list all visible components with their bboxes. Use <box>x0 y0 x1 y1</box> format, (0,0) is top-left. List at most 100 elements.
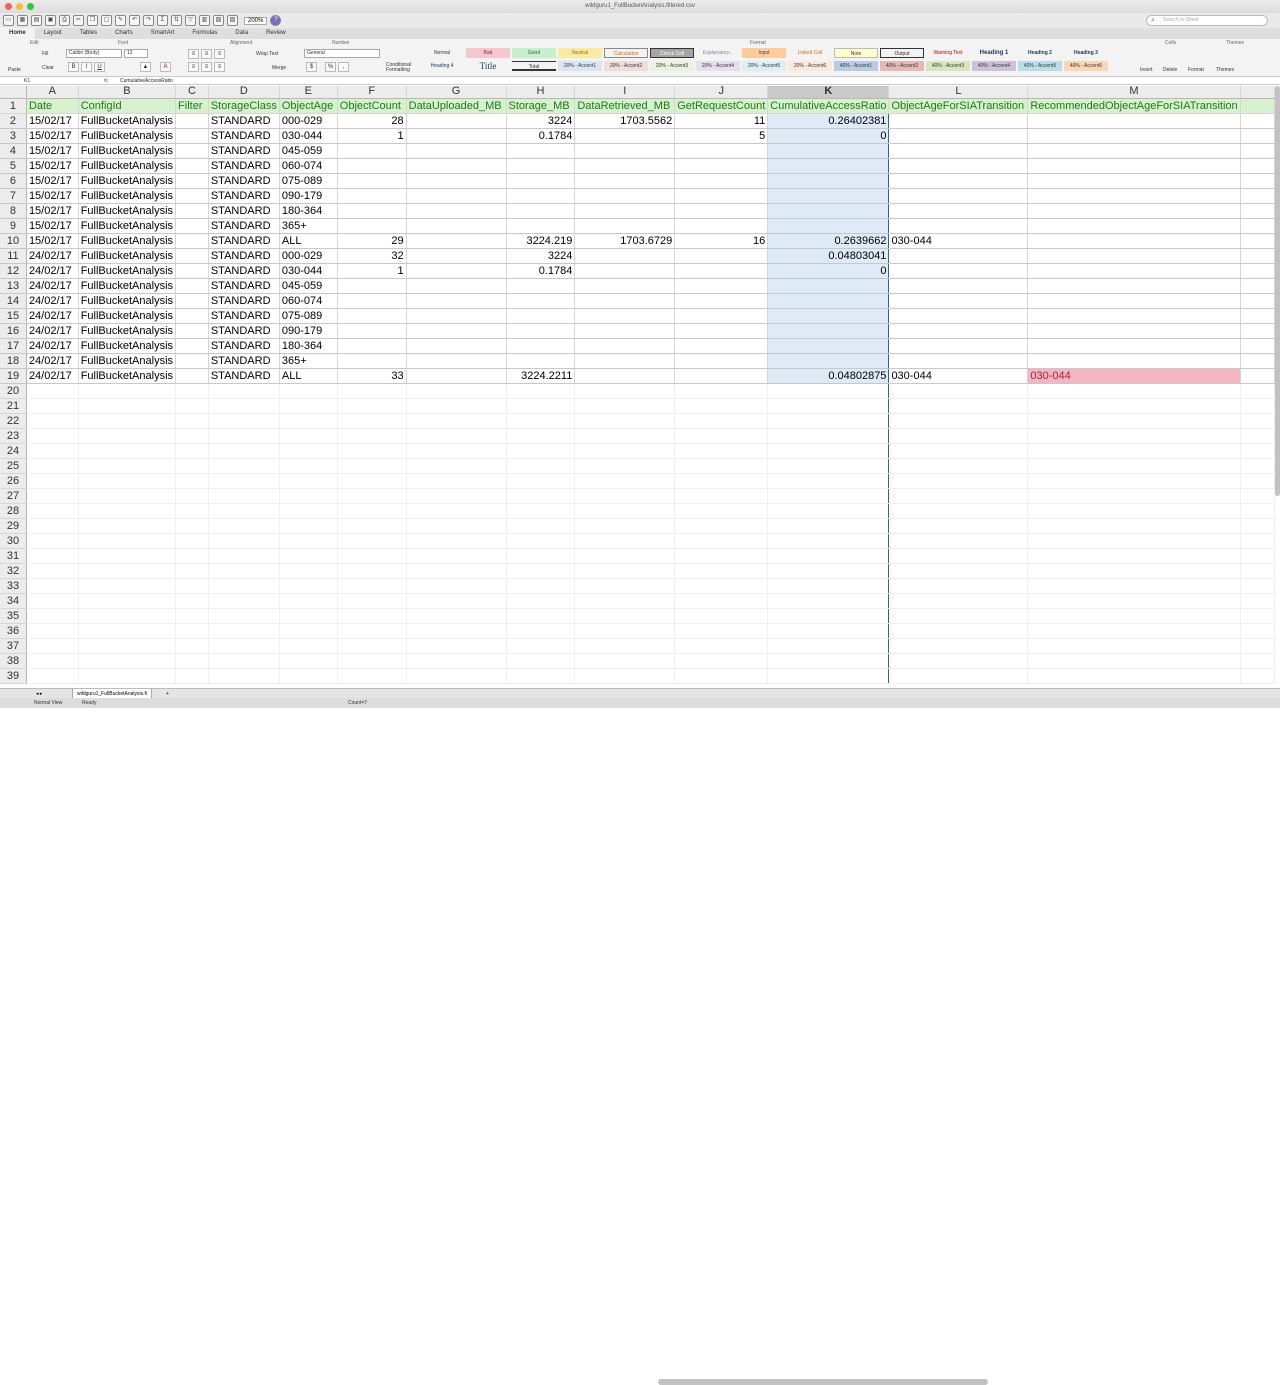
cell[interactable]: STANDARD <box>208 368 280 384</box>
cell[interactable] <box>175 173 209 189</box>
cell[interactable] <box>78 533 177 549</box>
cell[interactable] <box>1027 548 1241 564</box>
header-cell[interactable]: ObjectAge <box>279 98 338 114</box>
cell[interactable] <box>26 488 79 504</box>
row-header[interactable]: 36 <box>0 623 27 639</box>
cell[interactable]: 15/02/17 <box>26 128 79 144</box>
cell[interactable] <box>337 503 407 519</box>
column-header-m[interactable]: M <box>1027 86 1241 99</box>
cell[interactable] <box>208 383 280 399</box>
style-40-accent2[interactable]: 40% - Accent2 <box>880 61 924 71</box>
cell[interactable]: STANDARD <box>208 113 280 129</box>
cell[interactable] <box>175 293 209 309</box>
cell[interactable]: FullBucketAnalysis <box>78 278 177 294</box>
cell[interactable] <box>26 428 79 444</box>
cell[interactable] <box>767 188 890 204</box>
row-header[interactable]: 29 <box>0 518 27 534</box>
cell[interactable] <box>574 503 676 519</box>
cell[interactable]: 32 <box>337 248 407 264</box>
comma-button[interactable]: , <box>338 62 349 72</box>
cell[interactable]: FullBucketAnalysis <box>78 128 177 144</box>
cell[interactable] <box>674 443 769 459</box>
cell[interactable] <box>506 338 576 354</box>
cell[interactable] <box>279 488 338 504</box>
cell[interactable] <box>1027 623 1241 639</box>
style-total[interactable]: Total <box>512 61 556 71</box>
cell[interactable] <box>674 623 769 639</box>
cell[interactable]: 15/02/17 <box>26 143 79 159</box>
row-header[interactable]: 23 <box>0 428 27 444</box>
column-header-k[interactable]: K <box>767 86 890 99</box>
tab-layout[interactable]: Layout <box>35 28 71 39</box>
cell[interactable] <box>406 443 507 459</box>
cell[interactable] <box>506 293 576 309</box>
cell[interactable] <box>574 563 676 579</box>
cell[interactable] <box>406 188 507 204</box>
cell[interactable] <box>208 503 280 519</box>
column-header-j[interactable]: J <box>674 86 769 99</box>
cell[interactable] <box>175 638 209 654</box>
cell[interactable] <box>26 578 79 594</box>
row-header[interactable]: 26 <box>0 473 27 489</box>
cell[interactable] <box>574 218 676 234</box>
header-cell[interactable]: Filter <box>175 98 209 114</box>
cell[interactable] <box>1027 278 1241 294</box>
cut-icon[interactable]: ✂ <box>73 15 84 26</box>
cell[interactable] <box>506 383 576 399</box>
cell[interactable] <box>175 158 209 174</box>
cell[interactable]: 060-074 <box>279 158 338 174</box>
cell[interactable] <box>175 428 209 444</box>
copy-icon[interactable]: ❐ <box>87 15 98 26</box>
cell[interactable] <box>175 608 209 624</box>
cell[interactable] <box>175 593 209 609</box>
cell[interactable] <box>674 458 769 474</box>
cell[interactable] <box>78 473 177 489</box>
horizontal-scrollbar[interactable] <box>658 1379 988 1385</box>
cell[interactable]: 030-044 <box>279 263 338 279</box>
cell[interactable] <box>574 248 676 264</box>
cell[interactable] <box>574 278 676 294</box>
cell[interactable] <box>506 188 576 204</box>
cell[interactable] <box>208 398 280 414</box>
cell[interactable] <box>506 218 576 234</box>
column-header-c[interactable]: C <box>175 86 209 99</box>
cell[interactable] <box>767 608 890 624</box>
new-workbook-icon[interactable]: ▭ <box>3 15 14 26</box>
cell[interactable] <box>208 458 280 474</box>
gallery-icon[interactable]: ▥ <box>199 15 210 26</box>
cell[interactable] <box>406 218 507 234</box>
cell[interactable] <box>1027 518 1241 534</box>
style-heading-3[interactable]: Heading 3 <box>1064 48 1108 58</box>
cell[interactable] <box>406 563 507 579</box>
cell[interactable] <box>767 143 890 159</box>
cell[interactable] <box>175 323 209 339</box>
cell[interactable] <box>888 623 1029 639</box>
cell[interactable] <box>26 563 79 579</box>
cell[interactable] <box>175 533 209 549</box>
cell[interactable] <box>175 623 209 639</box>
cell[interactable]: FullBucketAnalysis <box>78 173 177 189</box>
cell[interactable] <box>337 548 407 564</box>
cell[interactable]: 3224.2211 <box>506 368 576 384</box>
cell[interactable]: STANDARD <box>208 353 280 369</box>
row-header[interactable]: 19 <box>0 368 27 384</box>
cell[interactable] <box>674 173 769 189</box>
cell[interactable] <box>674 353 769 369</box>
cell[interactable]: FullBucketAnalysis <box>78 158 177 174</box>
row-header[interactable]: 10 <box>0 233 27 249</box>
cell[interactable]: 030-044 <box>888 233 1029 249</box>
cell[interactable] <box>337 218 407 234</box>
cell[interactable]: 1 <box>337 128 407 144</box>
toolbox-icon[interactable]: ▧ <box>213 15 224 26</box>
cell[interactable] <box>674 203 769 219</box>
cell[interactable] <box>208 533 280 549</box>
cell[interactable] <box>574 308 676 324</box>
cell[interactable] <box>506 173 576 189</box>
cell[interactable]: 0.04802875 <box>767 368 890 384</box>
cell[interactable] <box>1027 428 1241 444</box>
cell[interactable] <box>1027 653 1241 669</box>
cell[interactable] <box>337 398 407 414</box>
autosum-icon[interactable]: Σ <box>157 15 168 26</box>
column-header-b[interactable]: B <box>78 86 177 99</box>
cell[interactable] <box>337 533 407 549</box>
